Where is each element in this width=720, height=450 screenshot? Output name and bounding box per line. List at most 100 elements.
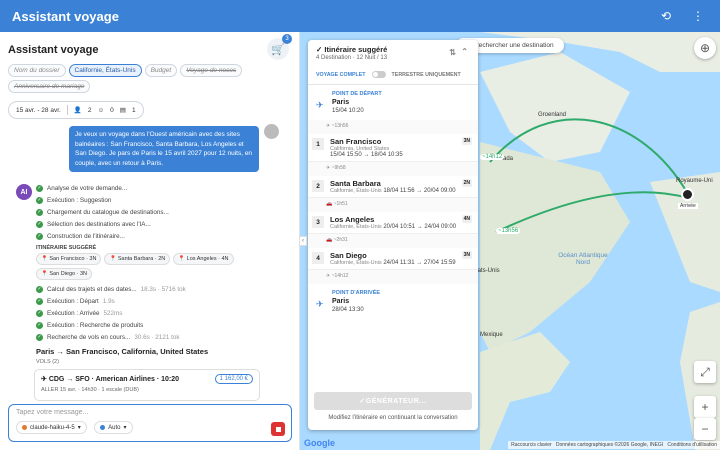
- transit-segment: 🚗 ~1h51: [308, 198, 478, 212]
- check-icon: ✓: [36, 208, 43, 216]
- children-count: 0: [110, 106, 114, 114]
- stop-icon: [275, 426, 281, 432]
- date-range: 15 avr. - 28 avr.: [16, 106, 61, 114]
- leg-number: 4: [312, 252, 324, 264]
- cart-badge: 3: [282, 34, 292, 44]
- departure-label: POINT DE DÉPART: [332, 91, 382, 97]
- transit-segment: ✈ ~14h12: [308, 270, 478, 284]
- progress-step: ✓ Recherche de vols en cours... 30.6s · 21…: [36, 333, 180, 341]
- leg-city: San Francisco 3N: [330, 137, 472, 146]
- transit-segment: ✈ ~9h58: [308, 162, 478, 176]
- ai-progress: ✓ Analyse de votre demande... ✓ Exécution …: [36, 182, 286, 343]
- leg-city: San Diego 3N: [330, 251, 472, 260]
- check-icon: ✓: [36, 232, 43, 240]
- chip-destination[interactable]: Californie, États-Unis: [68, 64, 142, 77]
- map-data-credit: Données cartographiques ©2026 Google, IN…: [555, 442, 664, 448]
- leg-number: 1: [312, 138, 324, 150]
- leg-nights: 4N: [461, 215, 472, 223]
- progress-step: ✓ Exécution : Recherche de produits: [36, 321, 144, 329]
- chip-honeymoon[interactable]: Voyage de noces: [180, 64, 243, 77]
- check-icon: ✓: [36, 184, 43, 192]
- history-icon[interactable]: ⟲: [656, 6, 676, 26]
- flight-price: 1 162,00 €: [214, 374, 253, 384]
- plus-icon: +: [701, 400, 709, 414]
- zoom-in-button[interactable]: +: [694, 396, 716, 418]
- travel-time-badge: ~13h56: [496, 228, 521, 234]
- more-menu-icon[interactable]: ⋮: [688, 6, 708, 26]
- check-icon: ✓: [36, 285, 43, 293]
- chip-folder-name[interactable]: Nom du dossier: [8, 64, 66, 77]
- arrival-city: Paris: [332, 298, 350, 305]
- chip-anniversary[interactable]: Anniversaire de mariage: [8, 80, 91, 93]
- collapse-panel-handle[interactable]: ‹: [299, 236, 307, 246]
- arrival-point: ✈ POINT D'ARRIVÉE Paris 28/04 13:30: [308, 284, 478, 319]
- flight-card[interactable]: ✈ CDG → SFO · American Airlines · 10:20 …: [34, 369, 260, 401]
- app-header: Assistant voyage ⟲ ⋮: [0, 0, 720, 32]
- check-icon: ✓: [36, 309, 43, 317]
- user-message: Je veux un voyage dans l'Ouest américain…: [69, 126, 259, 172]
- children-icon: ☺: [97, 106, 105, 114]
- mode-land-only[interactable]: TERRESTRE UNIQUEMENT: [392, 72, 461, 78]
- travel-time-badge: ~14h12: [480, 154, 505, 160]
- leg-dates: 15/04 15:50 → 18/04 10:35: [330, 152, 403, 158]
- transit-segment: 🚗 ~2h31: [308, 234, 478, 248]
- fullscreen-button[interactable]: ⤢: [694, 361, 716, 383]
- flight-detail: ALLER 15 avr. · 14h30 · 1 escale (DUB): [41, 387, 139, 393]
- map-label-mexico: Mexique: [480, 332, 503, 338]
- terms-link[interactable]: Conditions d'utilisation: [667, 442, 717, 448]
- departure-city: Paris: [332, 99, 350, 106]
- pin-santa-barbara: 📍 Santa Barbara · 2N: [104, 253, 171, 265]
- ai-avatar: AI: [16, 184, 32, 200]
- chip-budget[interactable]: Budget: [144, 64, 178, 77]
- map-attribution: Raccourcis clavier Données cartographiqu…: [508, 441, 720, 449]
- zoom-out-button[interactable]: −: [694, 418, 716, 440]
- sort-icon[interactable]: ⇅: [449, 48, 456, 57]
- model-selector[interactable]: claude-haiku-4-5 ▾: [16, 421, 87, 434]
- itinerary-leg[interactable]: 2 Santa Barbara 2N Californie, États-Uni…: [308, 176, 478, 198]
- mode-full-trip[interactable]: VOYAGE COMPLET: [316, 72, 366, 78]
- pin-san-francisco: 📍 San Francisco · 3N: [36, 253, 102, 265]
- stop-button[interactable]: [271, 422, 285, 436]
- progress-step: ✓ Exécution : Suggestion: [36, 196, 112, 204]
- map-label-ocean: Océan Atlantique Nord: [558, 252, 608, 266]
- leg-number: 3: [312, 216, 324, 228]
- check-icon: ✓: [36, 333, 43, 341]
- trip-chips: Nom du dossier Californie, États-Unis Bu…: [0, 60, 299, 93]
- cart-button[interactable]: 🛒 3: [267, 34, 292, 60]
- leg-city: Los Angeles 4N: [330, 215, 472, 224]
- dates-travellers-selector[interactable]: 15 avr. - 28 avr. 👤 2 ☺ 0 ▤ 1: [8, 101, 144, 119]
- locate-button[interactable]: ⊕: [694, 37, 716, 59]
- itinerary-title: ✓ Itinéraire suggéré ⇅ ⌃: [316, 45, 468, 57]
- route-title: Paris → San Francisco, California, Unite…: [36, 347, 209, 356]
- adults-icon: 👤: [73, 107, 82, 114]
- crosshair-icon: ⊕: [699, 41, 711, 55]
- plane-landing-icon: ✈: [316, 299, 324, 309]
- progress-step: ✓ Exécution : Arrivée 522ms: [36, 309, 123, 317]
- rooms-count: 1: [131, 106, 136, 114]
- mode-toggle: VOYAGE COMPLET TERRESTRE UNIQUEMENT: [308, 65, 478, 84]
- progress-step: ✓ Sélection des destinations avec l'IA...: [36, 220, 151, 228]
- leg-number: 2: [312, 180, 324, 192]
- pin-san-diego: 📍 San Diego · 3N: [36, 268, 92, 280]
- arrival-marker-label: Arrivée: [678, 203, 698, 209]
- mode-selector[interactable]: Auto ▾: [94, 421, 133, 434]
- itinerary-leg[interactable]: 4 San Diego 3N Californie, États-Unis 24…: [308, 248, 478, 270]
- check-icon: ✓: [36, 297, 43, 305]
- itinerary-leg[interactable]: 1 San Francisco 3N California, United St…: [308, 134, 478, 162]
- generate-button[interactable]: ✓ GÉNÉRATEUR...: [314, 392, 472, 410]
- flights-count-label: VOLS (2): [36, 359, 59, 365]
- keyboard-shortcuts-link[interactable]: Raccourcis clavier: [511, 442, 552, 448]
- minus-icon: −: [701, 422, 709, 436]
- message-composer: Tapez votre message... claude-haiku-4-5 …: [8, 404, 292, 442]
- mode-switch[interactable]: [371, 71, 386, 78]
- progress-step: ✓ Chargement du catalogue de destinations…: [36, 208, 169, 216]
- collapse-icon[interactable]: ⌃: [461, 47, 468, 56]
- message-input[interactable]: Tapez votre message...: [16, 409, 284, 416]
- check-icon: ✓: [36, 220, 43, 228]
- arrival-label: POINT D'ARRIVÉE: [332, 290, 381, 296]
- chat-panel: Assistant voyage 🛒 3 Nom du dossier Cali…: [0, 32, 300, 450]
- arrival-marker[interactable]: [681, 188, 694, 201]
- leg-nights: 3N: [461, 251, 472, 259]
- itinerary-leg[interactable]: 3 Los Angeles 4N Californie, États-Unis …: [308, 212, 478, 234]
- adults-count: 2: [87, 106, 92, 114]
